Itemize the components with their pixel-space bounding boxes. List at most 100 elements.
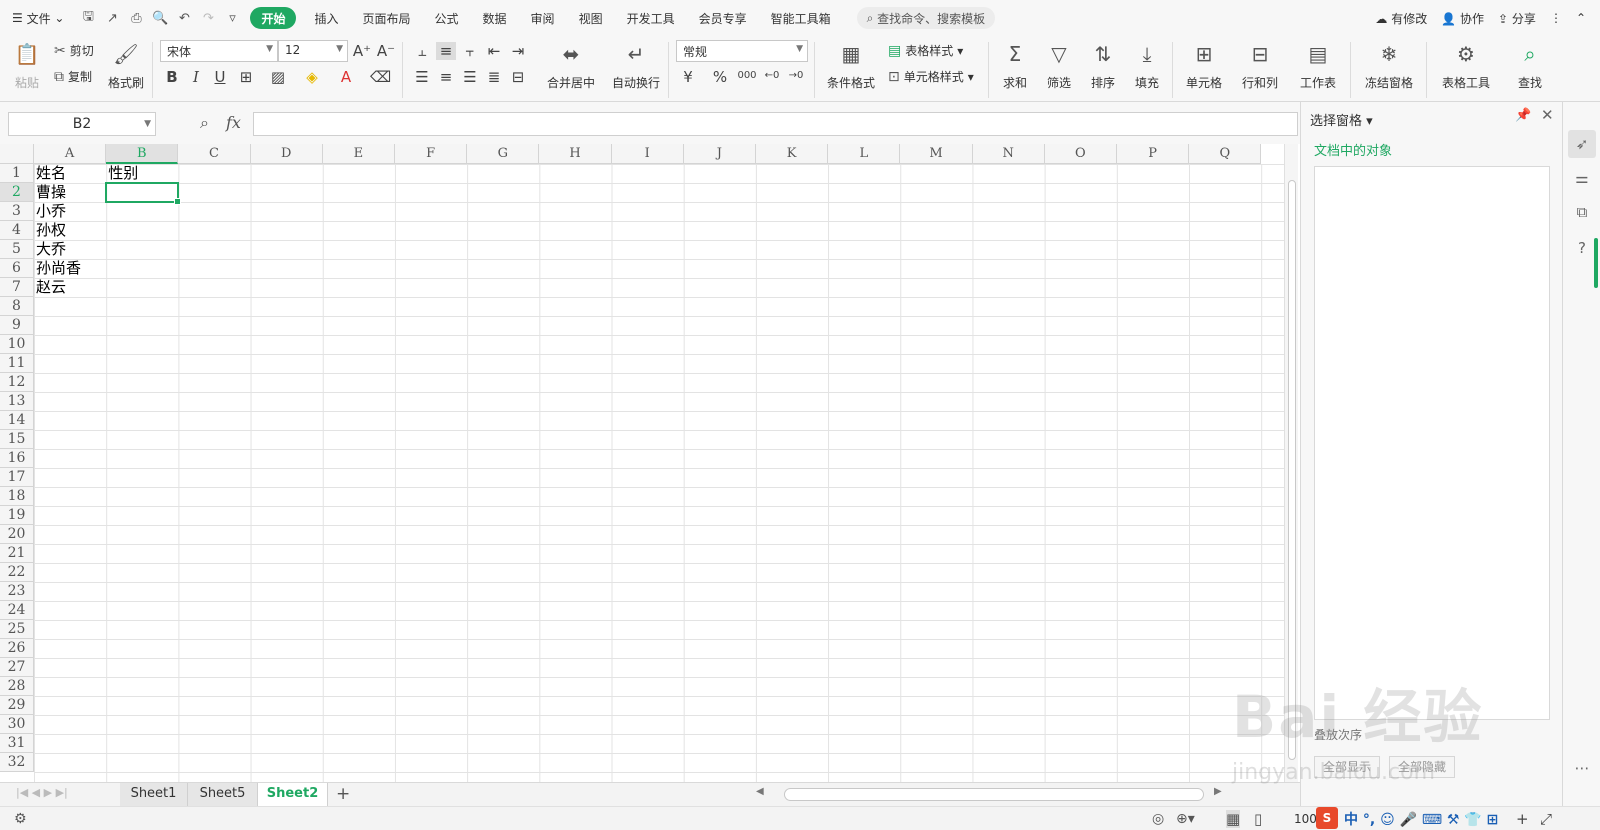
row-header-27[interactable]: 27 (0, 658, 34, 677)
increase-font-icon[interactable]: A⁺ (352, 42, 372, 60)
object-list[interactable] (1314, 166, 1550, 720)
row-header-3[interactable]: 3 (0, 202, 34, 221)
align-middle-icon[interactable]: ≡ (436, 42, 456, 60)
column-header-j[interactable]: J (683, 144, 756, 164)
decrease-font-icon[interactable]: A⁻ (376, 42, 396, 60)
has-changes-button[interactable]: ☁ 有修改 (1375, 10, 1427, 27)
paste-button[interactable]: 📋 粘贴 (10, 40, 44, 91)
zoom-formula-icon[interactable]: ⌕ (200, 113, 209, 133)
row-col-button[interactable]: ⊟ 行和列 (1234, 40, 1286, 91)
tab-member[interactable]: 会员专享 (687, 0, 759, 36)
cell-b1[interactable]: 性别 (106, 164, 138, 183)
more-icon[interactable]: ⋯ (1568, 754, 1596, 782)
tab-review[interactable]: 审阅 (519, 0, 567, 36)
fullscreen-icon[interactable]: ⤢ (1540, 810, 1552, 828)
column-header-l[interactable]: L (828, 144, 901, 164)
export-icon[interactable]: ↗ (100, 0, 124, 36)
zoom-level[interactable]: 100 (1294, 812, 1317, 826)
column-header-n[interactable]: N (972, 144, 1045, 164)
normal-view-icon[interactable]: ▦ (1226, 809, 1241, 828)
font-color-icon[interactable]: A (336, 68, 356, 86)
decrease-indent-icon[interactable]: ⇤ (484, 42, 504, 60)
cell-style-button[interactable]: ⊡ 单元格样式 ▾ (888, 68, 974, 85)
column-header-c[interactable]: C (178, 144, 251, 164)
row-header-12[interactable]: 12 (0, 373, 34, 392)
align-center-icon[interactable]: ≡ (436, 68, 456, 86)
align-bottom-icon[interactable]: ⫟ (460, 42, 480, 60)
column-header-f[interactable]: F (395, 144, 468, 164)
row-header-6[interactable]: 6 (0, 259, 34, 278)
horizontal-scrollbar[interactable] (784, 788, 1204, 801)
find-button[interactable]: ⌕ 查找 (1508, 40, 1552, 91)
column-header-g[interactable]: G (467, 144, 540, 164)
customize-icon[interactable]: ▿ (220, 0, 244, 36)
tab-smart-tools[interactable]: 智能工具箱 (759, 0, 843, 36)
page-view-icon[interactable]: ▯ (1254, 810, 1262, 828)
command-search[interactable]: ⌕ 查找命令、搜索模板 (856, 7, 996, 29)
row-header-23[interactable]: 23 (0, 582, 34, 601)
fx-icon[interactable]: fx (226, 113, 241, 132)
border-icon[interactable]: ⊞ (236, 68, 256, 86)
fill-color-icon[interactable]: ◈ (302, 68, 322, 86)
row-header-7[interactable]: 7 (0, 278, 34, 297)
row-header-19[interactable]: 19 (0, 506, 34, 525)
row-header-30[interactable]: 30 (0, 715, 34, 734)
macro-icon[interactable]: ⚙ (14, 811, 27, 827)
column-header-i[interactable]: I (611, 144, 684, 164)
cell-a7[interactable]: 赵云 (34, 278, 66, 297)
underline-button[interactable]: U (210, 68, 230, 86)
row-header-14[interactable]: 14 (0, 411, 34, 430)
conditional-format-button[interactable]: ▦ 条件格式 (820, 40, 882, 91)
settings-sliders-icon[interactable]: ⚌ (1568, 164, 1596, 192)
sum-button[interactable]: Σ 求和 (996, 40, 1034, 91)
row-header-21[interactable]: 21 (0, 544, 34, 563)
scroll-right-icon[interactable]: ▶ (1214, 786, 1222, 797)
cut-button[interactable]: ✂ 剪切 (54, 42, 94, 59)
copy-button[interactable]: ⧉ 复制 (54, 68, 92, 85)
more-icon[interactable]: ⋮ (1550, 11, 1562, 25)
cell-a5[interactable]: 大乔 (34, 240, 66, 259)
tab-view[interactable]: 视图 (567, 0, 615, 36)
tab-data[interactable]: 数据 (471, 0, 519, 36)
eye-protect-icon[interactable]: ◎ (1152, 811, 1164, 827)
redo-icon[interactable]: ↷ (196, 0, 220, 36)
tab-home[interactable]: 开始 (250, 7, 297, 29)
row-header-1[interactable]: 1 (0, 164, 34, 183)
percent-button[interactable]: % (710, 68, 730, 86)
select-pointer-icon[interactable]: ➶ (1568, 130, 1596, 158)
column-header-q[interactable]: Q (1189, 144, 1262, 164)
column-header-a[interactable]: A (34, 144, 107, 164)
format-painter-button[interactable]: 🖌 格式刷 (106, 40, 146, 91)
tab-page-layout[interactable]: 页面布局 (351, 0, 423, 36)
column-header-m[interactable]: M (900, 144, 973, 164)
print-preview-icon[interactable]: 🔍 (148, 0, 172, 36)
font-name-select[interactable]: 宋体 ▼ (160, 40, 278, 62)
cell-shading-icon[interactable]: ▨ (268, 68, 288, 86)
ime-toolbar-icons[interactable]: 中 °, ☺ 🎤 ⌨ ⚒ 👕 ⊞ (1344, 809, 1498, 829)
pane-title[interactable]: 选择窗格 ▾ (1310, 110, 1373, 129)
number-format-select[interactable]: 常规 ▼ (676, 40, 808, 62)
cell-a2[interactable]: 曹操 (34, 183, 66, 202)
sort-button[interactable]: ⇅ 排序 (1084, 40, 1122, 91)
ime-logo-icon[interactable]: S (1316, 807, 1338, 829)
cell-a6[interactable]: 孙尚香 (34, 259, 81, 278)
print-icon[interactable]: ⎙ (124, 0, 148, 36)
cell-a1[interactable]: 姓名 (34, 164, 66, 183)
zoom-in-icon[interactable]: + (1516, 810, 1529, 828)
row-header-9[interactable]: 9 (0, 316, 34, 335)
column-header-b[interactable]: B (106, 144, 179, 164)
column-header-h[interactable]: H (539, 144, 612, 164)
row-header-4[interactable]: 4 (0, 221, 34, 240)
justify-icon[interactable]: ≣ (484, 68, 504, 86)
row-header-2[interactable]: 2 (0, 183, 34, 202)
row-header-5[interactable]: 5 (0, 240, 34, 259)
table-tools-button[interactable]: ⚙ 表格工具 (1434, 40, 1498, 91)
column-header-e[interactable]: E (322, 144, 395, 164)
layout-icon[interactable]: ⧉ (1568, 198, 1596, 226)
increase-indent-icon[interactable]: ⇥ (508, 42, 528, 60)
filter-button[interactable]: ▽ 筛选 (1040, 40, 1078, 91)
row-header-16[interactable]: 16 (0, 449, 34, 468)
share-button[interactable]: ⇪ 分享 (1498, 10, 1536, 27)
sheet-tab-2[interactable]: Sheet5 (188, 783, 258, 806)
column-header-o[interactable]: O (1044, 144, 1117, 164)
